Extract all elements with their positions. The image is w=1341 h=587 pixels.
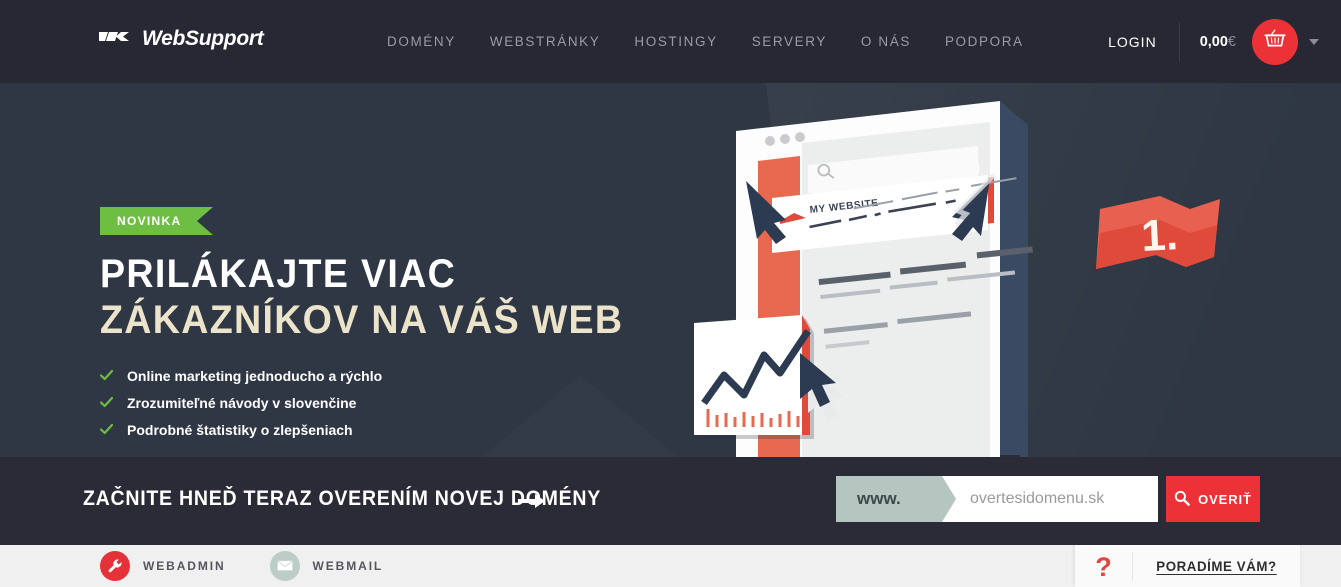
list-item-label: Online marketing jednoducho a rýchlo [127,367,383,384]
logo[interactable]: WebSupport [99,27,264,51]
list-item: Online marketing jednoducho a rýchlo [99,362,383,389]
hero-feature-list: Online marketing jednoducho a rýchlo Zro… [99,362,383,443]
webadmin-label: WEBADMIN [143,559,226,573]
list-item-label: Podrobné štatistiky o zlepšeniach [127,421,353,438]
cart-total-currency: € [1227,33,1236,50]
help-widget-label: PORADÍME VÁM? [1156,558,1277,574]
webmail-label: WEBMAIL [312,559,384,573]
domain-verify-button[interactable]: OVERIŤ [1166,476,1260,522]
help-widget[interactable]: ? PORADÍME VÁM? [1075,545,1300,587]
domain-verify-button-label: OVERIŤ [1198,491,1252,507]
question-mark-icon: ? [1075,551,1133,581]
logo-text: WebSupport [142,27,264,50]
check-icon [99,396,114,409]
chevron-down-icon[interactable] [1309,38,1319,45]
cart-button[interactable] [1252,18,1298,65]
list-item-label: Zrozumiteľné návody v slovenčine [127,394,357,411]
svg-text:1.: 1. [1140,210,1179,261]
domain-search-form: www. OVERIŤ [836,476,1260,522]
hero-headline-line2: ZÁKAZNÍKOV NA VÁŠ WEB [100,298,624,342]
hero-illustration: MY WEBSITE 1. [690,83,1250,457]
cart-total-amount: 0,00 [1199,33,1228,50]
site-header: WebSupport DOMÉNY WEBSTRÁNKY HOSTINGY SE… [0,0,1341,83]
hero-triangle-decoration [470,375,690,457]
footer-strip: WEBADMIN WEBMAIL ? PORADÍME VÁM? [0,545,1341,587]
page-root: WebSupport DOMÉNY WEBSTRÁNKY HOSTINGY SE… [0,0,1341,587]
webadmin-link[interactable]: WEBADMIN [100,551,226,581]
novinka-badge: NOVINKA [100,207,213,235]
nav-item-webstranky[interactable]: WEBSTRÁNKY [473,34,618,49]
hero-headline-line1: PRILÁKAJTE VIAC [100,252,457,296]
domain-search-bar: ZAČNITE HNEĎ TERAZ OVERENÍM NOVEJ DOMÉNY… [0,457,1341,545]
list-item: Podrobné štatistiky o zlepšeniach [99,416,382,443]
list-item: Zrozumiteľné návody v slovenčine [99,389,382,416]
hero-headline: PRILÁKAJTE VIAC ZÁKAZNÍKOV NA VÁŠ WEB [100,251,623,343]
hero-section: MY WEBSITE 1. NOVINKA PRILÁKAJTE VIAC ZÁ… [0,83,1341,457]
nav-item-hostingy[interactable]: HOSTINGY [617,34,734,49]
magnifier-icon [1174,490,1190,509]
webmail-link[interactable]: WEBMAIL [269,551,384,581]
websupport-chevrons-logo-icon [99,29,133,49]
main-nav: DOMÉNY WEBSTRÁNKY HOSTINGY SERVERY O NÁS… [370,0,1041,83]
novinka-badge-label: NOVINKA [117,214,182,228]
arrow-right-icon [518,493,546,509]
domain-search-input[interactable] [942,476,1158,522]
footer-quick-links: WEBADMIN WEBMAIL [100,545,383,587]
nav-item-podpora[interactable]: PODPORA [928,34,1041,49]
nav-item-servery[interactable]: SERVERY [735,34,844,49]
login-link[interactable]: LOGIN [1108,34,1179,50]
domain-www-prefix: www. [836,476,942,522]
cart-total: 0,00€ [1180,34,1252,50]
header-actions: LOGIN 0,00€ [1108,0,1319,83]
nav-item-domeny[interactable]: DOMÉNY [370,34,473,49]
rank-flag: 1. [1096,196,1220,269]
wrench-icon [100,551,130,581]
check-icon [99,423,114,436]
envelope-icon [269,551,300,581]
shopping-basket-icon [1264,29,1286,55]
check-icon [99,369,114,382]
nav-item-o-nas[interactable]: O NÁS [844,34,928,49]
